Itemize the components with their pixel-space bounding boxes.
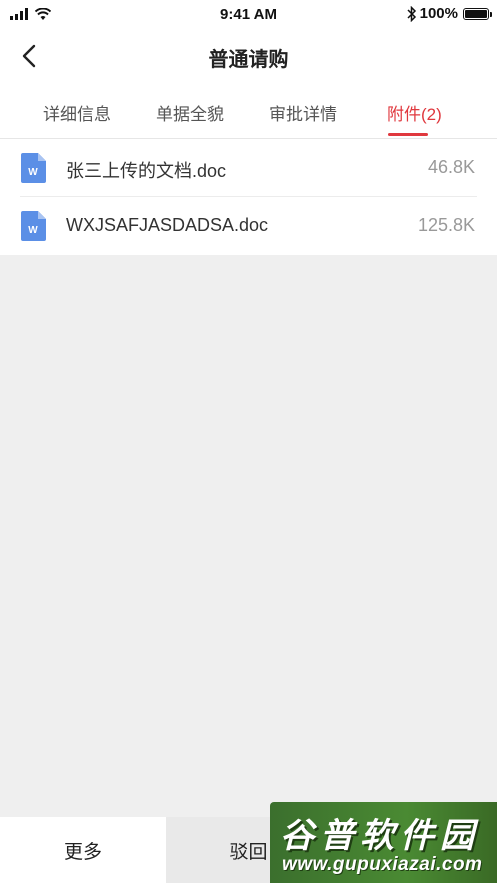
svg-text:W: W xyxy=(28,225,38,236)
bluetooth-icon xyxy=(407,5,416,22)
tab-approval-details[interactable]: 审批详情 xyxy=(269,100,337,125)
more-button[interactable]: 更多 xyxy=(0,817,166,883)
status-right: 100% xyxy=(407,5,492,22)
word-file-icon: W xyxy=(21,153,46,183)
file-size: 46.8K xyxy=(427,157,475,177)
file-size: 125.8K xyxy=(417,215,475,235)
tab-bar: 详细信息 单据全貌 审批详情 附件(2) xyxy=(0,82,497,139)
nav-bar: 普通请购 xyxy=(0,30,497,82)
active-tab-indicator xyxy=(388,133,428,136)
file-name: WXJSAFJASDADSA.doc xyxy=(66,215,269,235)
list-item[interactable]: W WXJSAFJASDADSA.doc 125.8K xyxy=(0,197,497,255)
tab-document-overview[interactable]: 单据全貌 xyxy=(156,100,224,125)
status-bar: 9:41 AM 100% xyxy=(0,0,497,30)
tab-details[interactable]: 详细信息 xyxy=(43,100,111,125)
attachment-list: W 张三上传的文档.doc 46.8K W WXJSAFJASDADSA.doc… xyxy=(0,139,497,255)
list-item[interactable]: W 张三上传的文档.doc 46.8K xyxy=(0,139,497,197)
file-name: 张三上传的文档.doc xyxy=(66,161,227,181)
page-title: 普通请购 xyxy=(208,49,289,71)
watermark-title: 谷普软件园 xyxy=(280,817,480,855)
watermark-logo: 谷普软件园 www.gupuxiazai.com xyxy=(270,802,497,883)
battery-icon xyxy=(463,7,492,20)
battery-percent: 100% xyxy=(419,5,458,22)
tab-attachments[interactable]: 附件(2) xyxy=(387,100,442,125)
word-file-icon: W xyxy=(21,211,46,241)
svg-text:W: W xyxy=(28,167,38,178)
watermark-url: www.gupuxiazai.com xyxy=(282,854,483,875)
